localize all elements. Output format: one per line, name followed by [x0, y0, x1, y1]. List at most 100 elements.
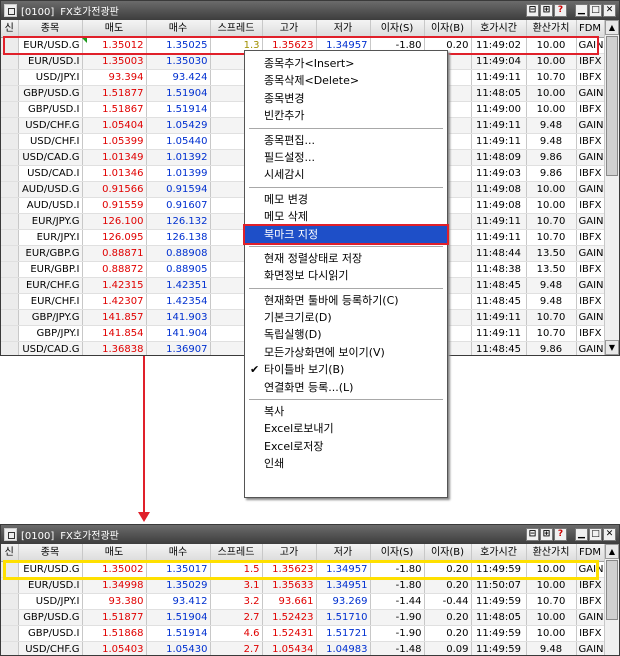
menu-item-label: 종목편집...: [264, 133, 315, 147]
cell-fdm: GAIN: [576, 245, 605, 262]
column-header-spread[interactable]: 스프레드: [210, 544, 263, 562]
cell-new-flag: [1, 197, 19, 214]
column-header-symbol[interactable]: 종목: [18, 20, 83, 38]
menu-item-1-1[interactable]: 필드설정...: [245, 149, 447, 166]
cell-bid: 1.51914: [146, 101, 211, 118]
menu-item-5-0[interactable]: 복사: [245, 403, 447, 420]
cell-bid: 0.88905: [146, 261, 211, 278]
table-row[interactable]: USD/CHF.G 1.05403 1.05430 2.7 1.05434 1.04983…: [1, 641, 605, 655]
table-row[interactable]: EUR/USD.G 1.35002 1.35017 1.5 1.35623 1.34957…: [1, 561, 605, 578]
title-bar[interactable]: [0100] FX호가전광판 ⊟ ⊞ ? ▁ □ ✕: [1, 525, 619, 544]
cell-conversion-value: 10.00: [526, 101, 577, 118]
link-icon[interactable]: ⊟: [526, 528, 539, 541]
table-row[interactable]: USD/JPY.I 93.380 93.412 3.2 93.661 93.269 -1.4…: [1, 593, 605, 610]
menu-item-4-1[interactable]: 기본크기로(D): [245, 309, 447, 326]
close-icon[interactable]: ✕: [603, 528, 616, 541]
scroll-up-icon[interactable]: ▲: [605, 544, 619, 559]
column-header-symbol[interactable]: 종목: [18, 544, 83, 562]
column-header-new-flag[interactable]: 신: [1, 20, 19, 38]
column-header-fdm[interactable]: FDM: [576, 20, 605, 38]
title-bar[interactable]: [0100] FX호가전광판 ⊟ ⊞ ? ▁ □ ✕: [1, 1, 619, 20]
cell-fdm: IBFX: [576, 593, 605, 610]
cell-new-flag: [1, 101, 19, 118]
help-icon[interactable]: ?: [554, 4, 567, 17]
scroll-down-icon[interactable]: ▼: [605, 340, 619, 355]
column-header-high[interactable]: 고가: [262, 544, 317, 562]
menu-item-4-0[interactable]: 현재화면 툴바에 등록하기(C): [245, 292, 447, 309]
menu-item-0-2[interactable]: 종목변경: [245, 90, 447, 107]
cell-high: 1.52423: [262, 609, 317, 626]
column-header-spread[interactable]: 스프레드: [210, 20, 263, 38]
column-header-interest-buy[interactable]: 이자(B): [424, 544, 472, 562]
menu-item-4-5[interactable]: 연결화면 등록...(L): [245, 379, 447, 396]
menu-item-1-2[interactable]: 시세감시: [245, 166, 447, 183]
menu-item-3-0[interactable]: 현재 정렬상태로 저장: [245, 250, 447, 267]
cell-low: 1.51721: [316, 625, 371, 642]
menu-item-2-1[interactable]: 메모 삭제: [245, 208, 447, 225]
column-header-bid[interactable]: 매수: [146, 20, 211, 38]
scroll-thumb[interactable]: [606, 36, 618, 176]
table-row[interactable]: GBP/USD.G 1.51877 1.51904 2.7 1.52423 1.51710…: [1, 609, 605, 626]
column-header-quote-time[interactable]: 호가시간: [471, 544, 527, 562]
column-header-low[interactable]: 저가: [316, 20, 371, 38]
menu-item-5-3[interactable]: 인쇄: [245, 455, 447, 472]
cell-interest-sell: -1.90: [370, 625, 425, 642]
pin-icon[interactable]: ⊞: [540, 4, 553, 17]
close-icon[interactable]: ✕: [603, 4, 616, 17]
column-header-quote-time[interactable]: 호가시간: [471, 20, 527, 38]
maximize-icon[interactable]: □: [589, 4, 602, 17]
column-header-fdm[interactable]: FDM: [576, 544, 605, 562]
cell-bid: 126.138: [146, 229, 211, 246]
menu-item-5-2[interactable]: Excel로저장: [245, 438, 447, 455]
column-header-bid[interactable]: 매수: [146, 544, 211, 562]
cell-symbol: EUR/JPY.G: [18, 213, 83, 230]
cell-symbol: EUR/CHF.G: [18, 277, 83, 294]
minimize-icon[interactable]: ▁: [575, 528, 588, 541]
column-header-ask[interactable]: 매도: [82, 544, 147, 562]
scroll-up-icon[interactable]: ▲: [605, 20, 619, 35]
checkmark-icon: ✔: [250, 363, 260, 377]
scroll-thumb[interactable]: [606, 560, 618, 620]
cell-fdm: GAIN: [576, 117, 605, 134]
cell-quote-time: 11:49:59: [471, 593, 527, 610]
menu-item-4-2[interactable]: 독립실행(D): [245, 326, 447, 343]
menu-item-5-1[interactable]: Excel로보내기: [245, 420, 447, 437]
help-icon[interactable]: ?: [554, 528, 567, 541]
column-header-ask[interactable]: 매도: [82, 20, 147, 38]
vertical-scrollbar[interactable]: ▲ ▼: [604, 20, 619, 355]
column-header-conversion-value[interactable]: 환산가치: [526, 544, 577, 562]
menu-item-4-3[interactable]: 모든가상화면에 보이기(V): [245, 344, 447, 361]
menu-item-3-1[interactable]: 화면정보 다시읽기: [245, 267, 447, 284]
column-header-interest-buy[interactable]: 이자(B): [424, 20, 472, 38]
menu-item-4-4[interactable]: ✔ 타이틀바 보기(B): [245, 361, 447, 378]
menu-item-0-0[interactable]: 종목추가<Insert>: [245, 55, 447, 72]
cell-ask: 1.36838: [82, 341, 147, 355]
cell-bid: 1.35017: [146, 561, 211, 578]
column-header-interest-sell[interactable]: 이자(S): [370, 544, 425, 562]
minimize-icon[interactable]: ▁: [575, 4, 588, 17]
menu-item-0-1[interactable]: 종목삭제<Delete>: [245, 72, 447, 89]
pin-icon[interactable]: ⊞: [540, 528, 553, 541]
column-header-interest-sell[interactable]: 이자(S): [370, 20, 425, 38]
table-row[interactable]: EUR/USD.I 1.34998 1.35029 3.1 1.35633 1.34951…: [1, 577, 605, 594]
menu-item-2-0[interactable]: 메모 변경: [245, 191, 447, 208]
menu-separator: [249, 245, 443, 247]
cell-bid: 0.91594: [146, 181, 211, 198]
vertical-scrollbar[interactable]: ▲: [604, 544, 619, 655]
menu-item-0-3[interactable]: 빈칸추가: [245, 107, 447, 124]
column-header-high[interactable]: 고가: [262, 20, 317, 38]
maximize-icon[interactable]: □: [589, 528, 602, 541]
menu-item-2-2[interactable]: 북마크 지정: [243, 223, 449, 245]
cell-bid: 93.412: [146, 593, 211, 610]
table-row[interactable]: GBP/USD.I 1.51868 1.51914 4.6 1.52431 1.51721…: [1, 625, 605, 642]
cell-bid: 1.01392: [146, 149, 211, 166]
cell-ask: 141.857: [82, 309, 147, 326]
cell-spread: 1.5: [210, 561, 263, 578]
menu-item-1-0[interactable]: 종목편집...: [245, 132, 447, 149]
column-header-low[interactable]: 저가: [316, 544, 371, 562]
cell-quote-time: 11:48:45: [471, 293, 527, 310]
cell-symbol: AUD/USD.I: [18, 197, 83, 214]
column-header-new-flag[interactable]: 신: [1, 544, 19, 562]
link-icon[interactable]: ⊟: [526, 4, 539, 17]
column-header-conversion-value[interactable]: 환산가치: [526, 20, 577, 38]
